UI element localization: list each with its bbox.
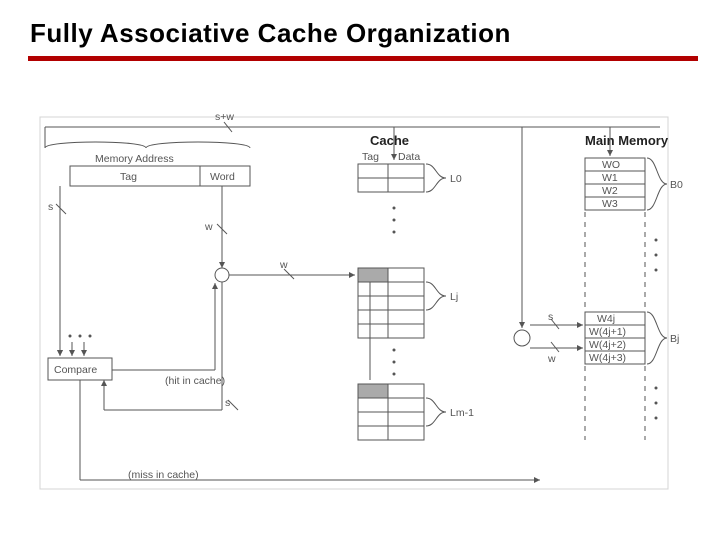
label-word: Word (210, 171, 235, 183)
mm-W4j1: W(4j+1) (589, 326, 626, 338)
slide-title: Fully Associative Cache Organization (30, 18, 511, 49)
mm-WO: WO (602, 159, 620, 171)
label-mem-addr: Memory Address (95, 153, 174, 165)
label-w2: w (279, 259, 288, 271)
label-hit: (hit in cache) (165, 375, 225, 387)
label-compare: Compare (54, 364, 97, 376)
node-mm (514, 330, 530, 346)
label-L0: L0 (450, 173, 462, 185)
node-select (215, 268, 229, 282)
label-cache: Cache (370, 133, 409, 148)
label-Lj: Lj (450, 291, 458, 303)
label-main-memory: Main Memory (585, 133, 669, 148)
mm-W4j2: W(4j+2) (589, 339, 626, 351)
title-underline (28, 56, 698, 61)
mm-W4j: W4j (597, 313, 615, 325)
label-w1: w (204, 221, 213, 233)
mm-W4j3: W(4j+3) (589, 352, 626, 364)
label-cache-data: Data (398, 151, 420, 163)
diagram: s+w Memory Address Tag Word s w w Cache … (0, 80, 720, 540)
label-w3: w (547, 353, 556, 365)
label-Lm1: Lm-1 (450, 407, 474, 419)
label-Bj: Bj (670, 333, 679, 345)
label-tag: Tag (120, 171, 137, 183)
label-cache-tag: Tag (362, 151, 379, 163)
mm-W2: W2 (602, 185, 618, 197)
label-B0: B0 (670, 179, 683, 191)
mm-W3: W3 (602, 198, 618, 210)
label-miss: (miss in cache) (128, 469, 199, 481)
brace-addr (45, 142, 250, 148)
label-s: s (48, 201, 53, 213)
mm-W1: W1 (602, 172, 618, 184)
label-s2: s (225, 397, 230, 409)
